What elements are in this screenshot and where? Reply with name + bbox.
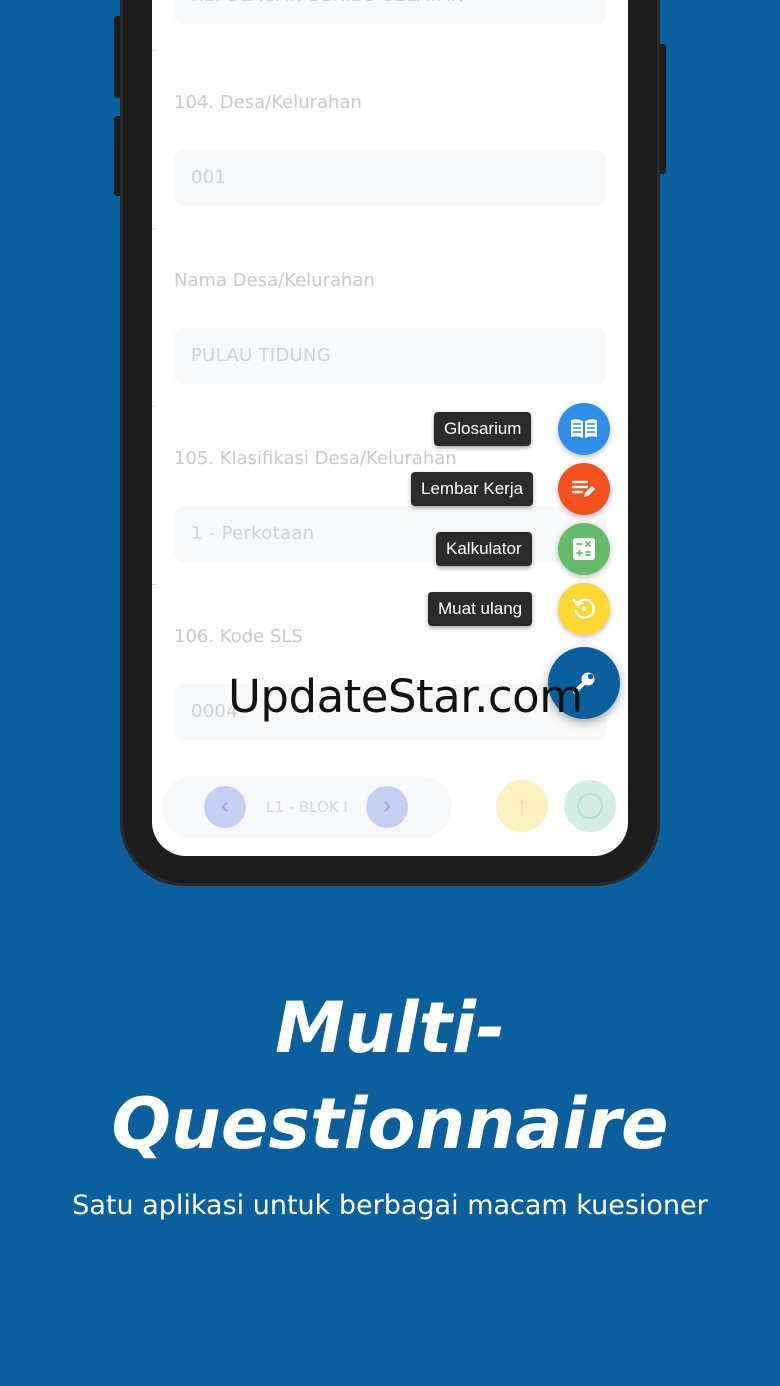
phone-screen: KEPULAUAN SERIBU SELATAN 104. Desa/Kelur… — [152, 0, 628, 856]
nama-desa-label: Nama Desa/Kelurahan — [174, 270, 375, 291]
glosarium-button[interactable] — [558, 403, 610, 455]
klasifikasi-label: 105. Klasifikasi Desa/Kelurahan — [174, 448, 457, 469]
prev-section-button[interactable]: ‹ — [204, 786, 246, 828]
divider — [152, 584, 156, 585]
check-circle-icon — [577, 793, 603, 819]
lembar-kerja-button[interactable] — [558, 463, 610, 515]
klasifikasi-field[interactable]: 1 - Perkotaan — [174, 506, 606, 562]
reload-icon — [572, 598, 595, 619]
divider — [152, 406, 156, 407]
promo-title-line1: Multi- — [275, 987, 505, 1069]
kode-sls-label: 106. Kode SLS — [174, 626, 303, 647]
watermark-text: UpdateStar.com — [228, 670, 583, 723]
kalkulator-chip[interactable]: Kalkulator — [436, 532, 532, 566]
kecamatan-field[interactable]: KEPULAUAN SERIBU SELATAN — [174, 0, 606, 24]
book-icon — [571, 419, 597, 438]
promo-subtitle: Satu aplikasi untuk berbagai macam kuesi… — [72, 1190, 708, 1221]
scroll-top-button[interactable]: ↑ — [496, 780, 548, 832]
desa-field[interactable]: 001 — [174, 150, 606, 206]
muat-ulang-chip[interactable]: Muat ulang — [428, 592, 533, 626]
desa-label: 104. Desa/Kelurahan — [174, 92, 362, 113]
kalkulator-button[interactable] — [558, 523, 610, 575]
muat-ulang-button[interactable] — [558, 583, 610, 635]
next-section-button[interactable]: › — [366, 786, 408, 828]
notes-edit-icon — [571, 480, 595, 497]
nama-desa-field[interactable]: PULAU TIDUNG — [174, 328, 606, 384]
promo-title-line2: Questionnaire — [111, 1083, 669, 1165]
glosarium-chip[interactable]: Glosarium — [434, 412, 532, 446]
divider — [152, 50, 156, 51]
lembar-kerja-chip[interactable]: Lembar Kerja — [411, 472, 534, 506]
submit-check-button[interactable] — [564, 780, 616, 832]
calculator-icon — [573, 538, 595, 560]
divider — [152, 228, 156, 229]
section-label: L1 - BLOK I — [266, 798, 348, 816]
